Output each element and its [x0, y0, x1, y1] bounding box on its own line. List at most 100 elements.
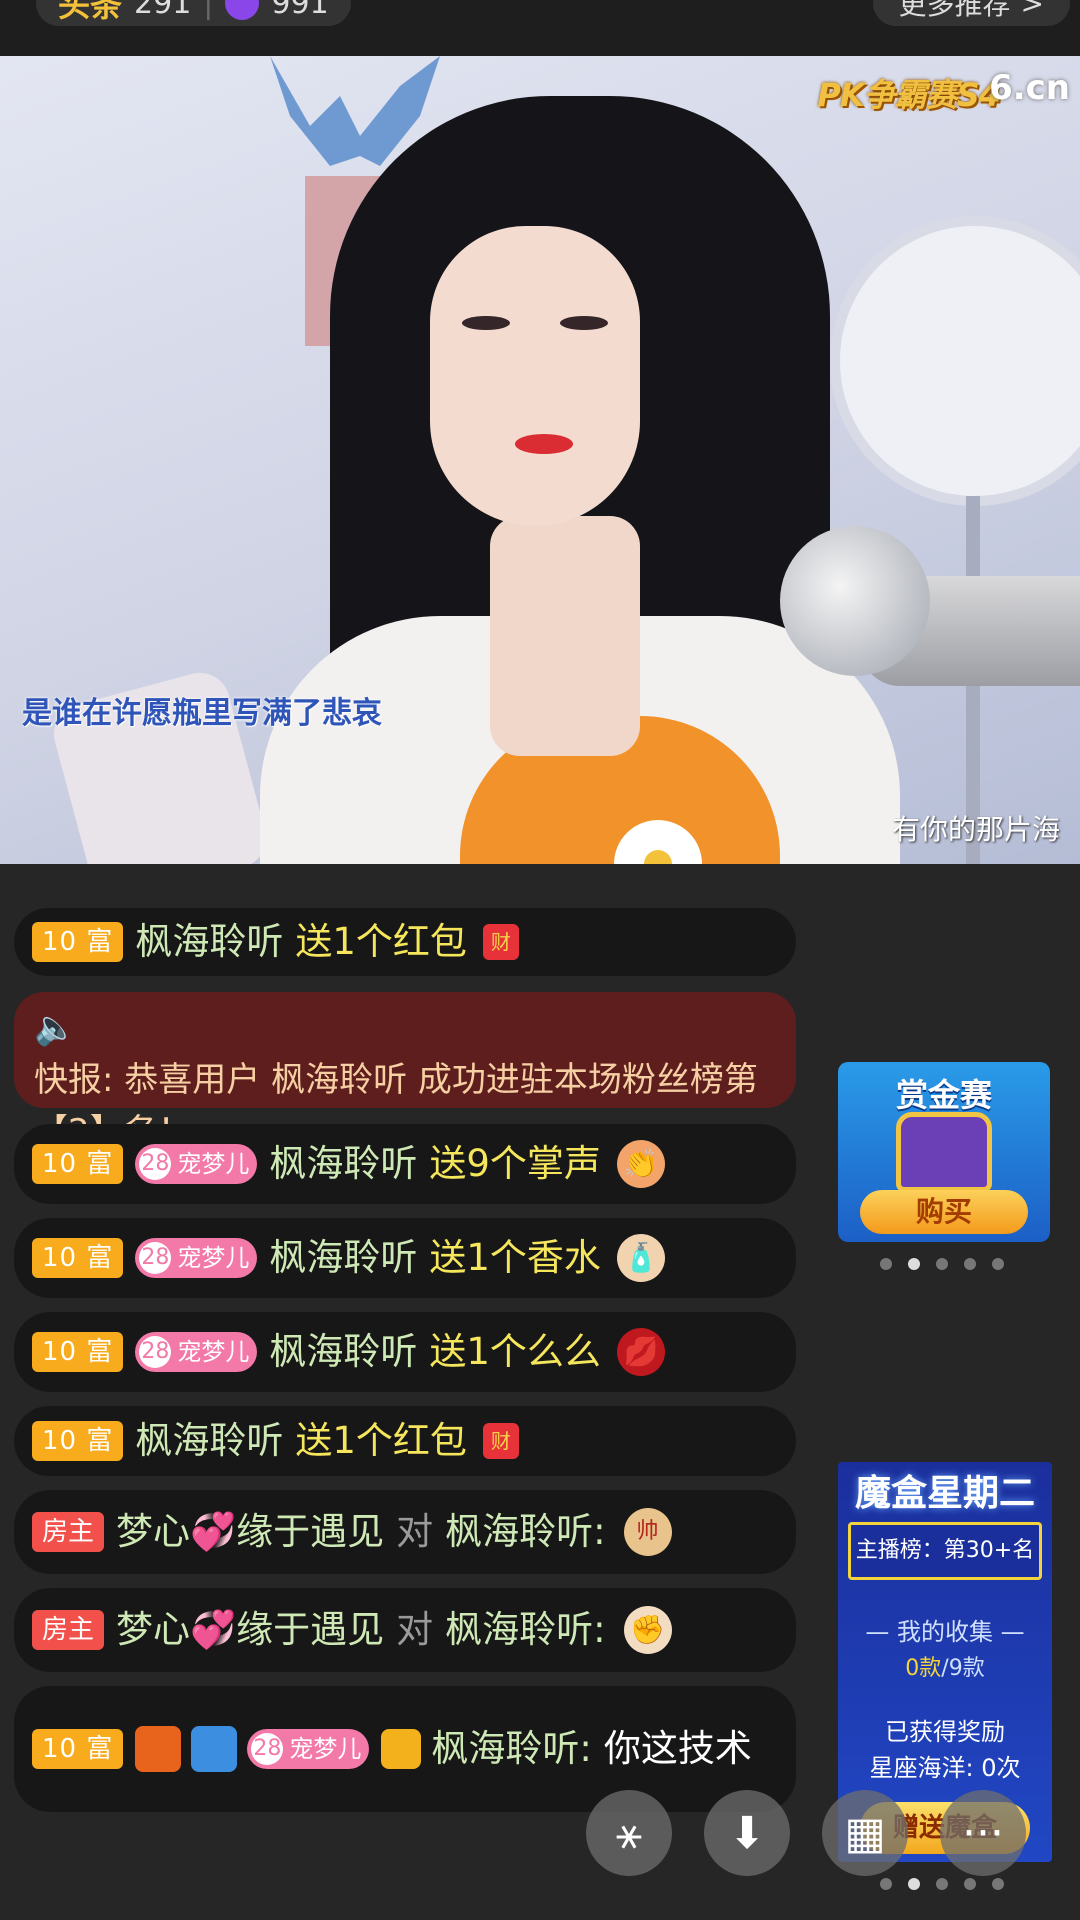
user-name[interactable]: 枫海聆听 — [135, 1413, 283, 1469]
user-name[interactable]: 枫海聆听 — [269, 1324, 417, 1380]
pet-badge: 28 宠梦儿 — [135, 1144, 258, 1184]
pet-badge: 28 宠梦儿 — [135, 1332, 258, 1372]
fist-icon: ✊ — [623, 1606, 672, 1654]
gift-text: 送1个么么 — [429, 1330, 601, 1373]
top-bar: 头条 291 | 991 更多推荐 > — [0, 0, 1080, 56]
wealth-badge: 10 富 — [32, 1144, 124, 1184]
gift-text: 送9个掌声 — [429, 1142, 601, 1185]
fan-club-icon — [191, 1726, 238, 1772]
apps-button[interactable]: ▦ — [822, 1790, 908, 1876]
wealth-badge: 10 富 — [32, 922, 124, 962]
speaker-icon: 🔈 — [34, 1008, 77, 1048]
carousel-dot — [908, 1258, 920, 1270]
more-recommend-label: 更多推荐 — [898, 0, 1011, 21]
gift-text: 送1个红包 — [295, 1419, 467, 1462]
user-name[interactable]: 梦心💞缘于遇见 — [116, 1504, 384, 1560]
pet-badge: 28 宠梦儿 — [247, 1729, 370, 1769]
chat-message: 10 富 枫海聆听 送1个红包 财 — [14, 908, 796, 976]
streamer-eye-right — [560, 316, 608, 330]
pet-name: 宠梦儿 — [177, 1150, 250, 1178]
pet-name: 宠梦儿 — [177, 1338, 250, 1366]
wealth-badge: 10 富 — [32, 1332, 124, 1372]
user-name[interactable]: 枫海聆听: — [431, 1721, 591, 1777]
pet-name: 宠梦儿 — [177, 1244, 250, 1272]
collection-have: 0款 — [905, 1656, 942, 1681]
target-name[interactable]: 枫海聆听: — [445, 1504, 605, 1560]
gift-text: 送1个香水 — [429, 1236, 601, 1279]
chat-message: 房主 梦心💞缘于遇见 对 枫海聆听: 帅 — [14, 1490, 796, 1574]
download-button[interactable]: ⬇ — [704, 1790, 790, 1876]
headline-logo: 头条 — [58, 0, 123, 24]
magic-box-title: 魔盒星期二 — [854, 1472, 1035, 1514]
carousel-dot — [964, 1258, 976, 1270]
user-name[interactable]: 梦心💞缘于遇见 — [116, 1602, 384, 1658]
more-recommend-button[interactable]: 更多推荐 > — [872, 0, 1070, 26]
streamer-eye-left — [462, 316, 510, 330]
streamer-lips — [515, 434, 573, 454]
applause-icon: 👏 — [616, 1140, 665, 1188]
chat-message: 10 富 枫海聆听 送1个红包 财 — [14, 1406, 796, 1476]
owner-badge: 房主 — [32, 1610, 105, 1650]
lyric-left: 是谁在许愿瓶里写满了悲哀 — [22, 696, 382, 731]
bounty-match-card[interactable]: 赏金赛 购买 — [838, 1062, 1050, 1242]
anchor-rank: 主播榜：第30+名 — [848, 1522, 1042, 1580]
site-watermark: 6.cn — [989, 68, 1070, 108]
pet-badge: 28 宠梦儿 — [135, 1238, 258, 1278]
to-word: 对 — [396, 1510, 434, 1553]
collection-total: /9款 — [941, 1656, 985, 1681]
wealth-badge: 10 富 — [32, 1421, 124, 1461]
user-name[interactable]: 枫海聆听 — [269, 1230, 417, 1286]
chevron-right-icon: > — [1020, 0, 1044, 20]
kiss-icon: 💋 — [616, 1328, 665, 1376]
carousel-dot — [880, 1878, 892, 1890]
headline-rank-pill[interactable]: 头条 291 | 991 — [36, 0, 351, 26]
medal-icon — [135, 1726, 182, 1772]
heart-icon: 28 — [139, 1336, 172, 1368]
streamer-face — [430, 226, 640, 526]
target-name[interactable]: 枫海聆听: — [445, 1602, 605, 1658]
reward-value: 星座海洋: 0次 — [869, 1754, 1021, 1782]
vip-icon — [381, 1729, 422, 1769]
chat-message: 10 富 28 宠梦儿 枫海聆听: 你这技术 — [14, 1686, 796, 1812]
star-count: 991 — [271, 0, 329, 21]
carousel-dot — [992, 1878, 1004, 1890]
reward-label: 已获得奖励 — [885, 1718, 1005, 1746]
red-envelope-icon: 财 — [482, 924, 519, 960]
chess-piece-icon: 帅 — [623, 1508, 672, 1556]
chat-message: 10 富 28 宠梦儿 枫海聆听 送1个么么 💋 — [14, 1312, 796, 1392]
carousel-dot — [964, 1878, 976, 1890]
download-icon: ⬇ — [728, 1807, 766, 1859]
carousel-dot — [936, 1258, 948, 1270]
streamer-neck — [490, 516, 640, 756]
heart-icon: 28 — [251, 1733, 284, 1765]
share-button[interactable]: ⚹ — [586, 1790, 672, 1876]
message-text: 你这技术 — [603, 1727, 752, 1770]
buy-button[interactable]: 购买 — [860, 1190, 1028, 1234]
perfume-icon: 🧴 — [616, 1234, 665, 1282]
to-word: 对 — [396, 1608, 434, 1651]
chat-message: 房主 梦心💞缘于遇见 对 枫海聆听: ✊ — [14, 1588, 796, 1672]
lyric-right: 有你的那片海 — [891, 813, 1060, 846]
more-icon: ··· — [962, 1807, 1004, 1859]
collection-label: — 我的收集 — — [865, 1618, 1025, 1646]
divider: | — [203, 0, 214, 21]
chat-message: 10 富 28 宠梦儿 枫海聆听 送1个香水 🧴 — [14, 1218, 796, 1298]
heart-icon: 28 — [139, 1148, 172, 1180]
grid-icon: ▦ — [844, 1807, 886, 1859]
live-video[interactable]: PK争霸赛S4 6.cn 是谁在许愿瓶里写满了悲哀 有你的那片海 — [0, 56, 1080, 864]
carousel-dot — [908, 1878, 920, 1890]
pet-name: 宠梦儿 — [289, 1735, 362, 1763]
treasure-chest-icon — [896, 1112, 992, 1192]
user-name[interactable]: 枫海聆听 — [135, 914, 283, 970]
carousel-dots-bottom — [880, 1878, 1004, 1890]
wealth-badge: 10 富 — [32, 1238, 124, 1278]
pk-badge: PK争霸赛S4 — [817, 76, 1001, 114]
collection-value: 0款/9款 — [838, 1650, 1052, 1682]
flash-announcement: 🔈 快报: 恭喜用户 枫海聆听 成功进驻本场粉丝榜第【2】名！ — [14, 992, 796, 1152]
microphone — [780, 526, 930, 676]
more-button[interactable]: ··· — [940, 1790, 1026, 1876]
user-name[interactable]: 枫海聆听 — [269, 1136, 417, 1192]
red-envelope-icon: 财 — [482, 1423, 519, 1459]
headline-count: 291 — [134, 0, 192, 21]
chat-message: 10 富 28 宠梦儿 枫海聆听 送9个掌声 👏 — [14, 1124, 796, 1204]
